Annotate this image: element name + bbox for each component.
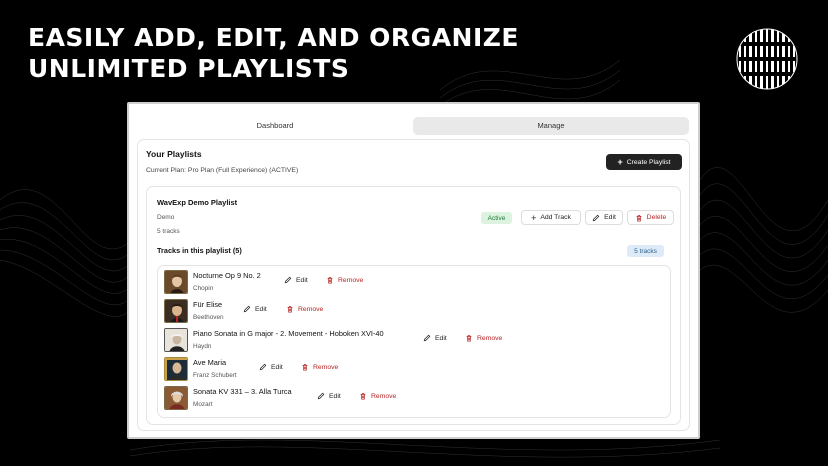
track-title: Piano Sonata in G major - 2. Movement - …: [193, 329, 384, 338]
trash-icon: [636, 214, 642, 222]
remove-label: Remove: [338, 276, 364, 284]
tracks-section-title: Tracks in this playlist (5): [157, 246, 242, 255]
track-row: Piano Sonata in G major - 2. Movement - …: [164, 327, 664, 353]
track-title: Für Elise: [193, 300, 223, 309]
remove-label: Remove: [371, 392, 397, 400]
track-title: Ave Maria: [193, 358, 227, 367]
edit-track-button[interactable]: Edit: [259, 363, 283, 371]
playlist-name: WavExp Demo Playlist: [157, 198, 238, 207]
app-window: Dashboard Manage Your Playlists Current …: [134, 109, 693, 432]
edit-label: Edit: [271, 363, 283, 371]
track-artist: Mozart: [193, 401, 213, 408]
tab-manage[interactable]: Manage: [413, 117, 689, 135]
remove-track-button[interactable]: Remove: [301, 363, 338, 371]
edit-label: Edit: [296, 276, 308, 284]
trash-icon: [327, 277, 333, 284]
pencil-icon: [259, 363, 267, 371]
playlist-description: Demo: [157, 214, 175, 221]
edit-label: Edit: [329, 392, 341, 400]
track-artist: Franz Schubert: [193, 372, 237, 379]
headline-line-1: EASILY ADD, EDIT, AND ORGANIZE: [28, 23, 519, 52]
pencil-icon: [243, 305, 251, 313]
track-cover-image: [164, 386, 188, 410]
trash-icon: [466, 335, 472, 342]
create-playlist-button[interactable]: + Create Playlist: [606, 154, 682, 170]
trash-icon: [360, 393, 366, 400]
brand-logo: [736, 28, 798, 90]
add-track-label: Add Track: [540, 214, 571, 221]
tracks-count-badge: 5 tracks: [627, 245, 664, 257]
playlist-card: WavExp Demo Playlist Demo 5 tracks Activ…: [146, 186, 681, 425]
current-plan-text: Current Plan: Pro Plan (Full Experience)…: [146, 167, 299, 174]
remove-label: Remove: [298, 305, 324, 313]
tab-bar: Dashboard Manage: [137, 117, 689, 135]
status-badge: Active: [481, 212, 512, 224]
playlist-track-count: 5 tracks: [157, 228, 180, 235]
remove-label: Remove: [477, 334, 503, 342]
track-title: Sonata KV 331 – 3. Alla Turca: [193, 387, 292, 396]
edit-track-button[interactable]: Edit: [284, 276, 308, 284]
remove-track-button[interactable]: Remove: [326, 276, 363, 284]
headline-line-2: UNLIMITED PLAYLISTS: [28, 54, 350, 83]
edit-label: Edit: [604, 214, 616, 221]
tab-dashboard[interactable]: Dashboard: [137, 117, 413, 135]
edit-playlist-button[interactable]: Edit: [585, 210, 623, 225]
track-title: Nocturne Op 9 No. 2: [193, 271, 261, 280]
remove-label: Remove: [313, 363, 339, 371]
edit-track-button[interactable]: Edit: [243, 305, 267, 313]
track-artist: Beethoven: [193, 314, 224, 321]
track-row: Ave Maria Franz Schubert Edit Remove: [164, 356, 664, 382]
track-cover-image: [164, 357, 188, 381]
edit-track-button[interactable]: Edit: [423, 334, 447, 342]
track-artist: Chopin: [193, 285, 214, 292]
plus-icon: +: [617, 157, 623, 167]
pencil-icon: [592, 214, 600, 221]
track-row: Sonata KV 331 – 3. Alla Turca Mozart Edi…: [164, 385, 664, 411]
edit-track-button[interactable]: Edit: [317, 392, 341, 400]
playlists-panel: Your Playlists Current Plan: Pro Plan (F…: [137, 139, 690, 431]
trash-icon: [287, 306, 293, 313]
trash-icon: [302, 364, 308, 371]
plus-icon: +: [531, 212, 537, 223]
edit-label: Edit: [435, 334, 447, 342]
headline: EASILY ADD, EDIT, AND ORGANIZE UNLIMITED…: [28, 22, 519, 84]
delete-playlist-button[interactable]: Delete: [627, 210, 674, 225]
app-screenshot-frame: Dashboard Manage Your Playlists Current …: [127, 102, 700, 439]
remove-track-button[interactable]: Remove: [286, 305, 323, 313]
track-row: Für Elise Beethoven Edit Remove: [164, 298, 664, 324]
pencil-icon: [423, 334, 431, 342]
track-list: Nocturne Op 9 No. 2 Chopin Edit Remove F…: [157, 265, 671, 418]
track-artist: Haydn: [193, 343, 212, 350]
track-cover-image: [164, 299, 188, 323]
panel-title: Your Playlists: [146, 149, 202, 159]
delete-label: Delete: [646, 214, 667, 221]
pencil-icon: [284, 276, 292, 284]
track-row: Nocturne Op 9 No. 2 Chopin Edit Remove: [164, 269, 664, 295]
create-playlist-label: Create Playlist: [626, 158, 671, 166]
edit-label: Edit: [255, 305, 267, 313]
pencil-icon: [317, 392, 325, 400]
add-track-button[interactable]: + Add Track: [521, 210, 581, 225]
track-cover-image: [164, 270, 188, 294]
remove-track-button[interactable]: Remove: [465, 334, 502, 342]
track-cover-image: [164, 328, 188, 352]
remove-track-button[interactable]: Remove: [359, 392, 396, 400]
